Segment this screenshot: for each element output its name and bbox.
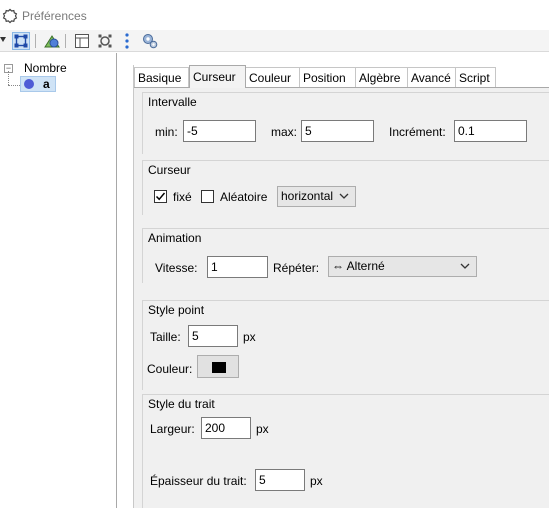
more-vertical-button[interactable] bbox=[118, 32, 136, 50]
orientation-value: horizontal bbox=[281, 189, 334, 203]
taille-unit: px bbox=[243, 330, 256, 344]
tab-avance[interactable]: Avancé bbox=[408, 67, 456, 88]
tab-curseur[interactable]: Curseur bbox=[189, 65, 246, 88]
tab-position[interactable]: Position bbox=[300, 67, 356, 88]
tree-item-a[interactable]: a bbox=[20, 76, 56, 92]
object-tree: − Nombre a bbox=[0, 53, 117, 508]
largeur-input[interactable]: 200 bbox=[201, 417, 251, 439]
graphics-button[interactable] bbox=[43, 32, 61, 50]
taille-label: Taille: bbox=[150, 330, 181, 344]
graphics-icon bbox=[44, 35, 60, 48]
advanced-settings-icon bbox=[143, 34, 158, 49]
largeur-unit: px bbox=[256, 422, 269, 436]
chevron-down-icon bbox=[339, 193, 349, 199]
properties-panel: Basique Curseur Couleur Position Algèbre… bbox=[118, 53, 549, 508]
epaisseur-input[interactable]: 5 bbox=[255, 469, 305, 491]
layout-icon bbox=[75, 34, 89, 48]
max-label: max: bbox=[271, 125, 298, 139]
epaisseur-unit: px bbox=[310, 474, 323, 488]
vitesse-input[interactable]: 1 bbox=[207, 256, 268, 278]
group-style-point: Style point Taille: 5 px Couleur: bbox=[142, 300, 549, 390]
defaults-button[interactable] bbox=[96, 32, 114, 50]
group-curseur: Curseur fixé Aléatoire horizontal bbox=[142, 160, 549, 215]
tree-root-nombre[interactable]: − Nombre bbox=[4, 61, 67, 75]
tree-root-label: Nombre bbox=[24, 61, 67, 75]
tree-guide-line bbox=[8, 85, 20, 86]
toolbar-separator bbox=[35, 34, 36, 48]
tab-couleur[interactable]: Couleur bbox=[246, 67, 300, 88]
group-title-style-point: Style point bbox=[148, 303, 205, 317]
repeter-label: Répéter: bbox=[273, 261, 320, 275]
point-color-icon bbox=[24, 79, 34, 89]
epaisseur-label: Épaisseur du trait: bbox=[150, 474, 247, 488]
tab-content-curseur: Intervalle min: -5 max: 5 Incrément: 0.1… bbox=[134, 87, 549, 508]
defaults-icon bbox=[98, 34, 112, 48]
object-properties-icon bbox=[14, 34, 28, 48]
tab-bar: Basique Curseur Couleur Position Algèbre… bbox=[134, 65, 496, 88]
toolbar bbox=[0, 30, 549, 52]
layout-button[interactable] bbox=[73, 32, 91, 50]
group-title-intervalle: Intervalle bbox=[148, 95, 197, 109]
largeur-label: Largeur: bbox=[150, 422, 195, 436]
repeter-select[interactable]: ⇔ Alterné bbox=[328, 256, 477, 277]
color-picker-button[interactable] bbox=[197, 355, 239, 378]
advanced-settings-button[interactable] bbox=[141, 32, 159, 50]
aleatoire-label: Aléatoire bbox=[220, 190, 268, 204]
group-animation: Animation Vitesse: 1 Répéter: ⇔ Alterné bbox=[142, 228, 549, 283]
object-properties-button[interactable] bbox=[12, 32, 30, 50]
window-title: Préférences bbox=[22, 9, 87, 23]
tab-area: Basique Curseur Couleur Position Algèbre… bbox=[133, 65, 549, 508]
tab-script[interactable]: Script bbox=[456, 67, 496, 88]
collapse-arrow-icon[interactable] bbox=[0, 36, 6, 44]
increment-input[interactable]: 0.1 bbox=[454, 120, 527, 142]
fixe-label: fixé bbox=[173, 190, 192, 204]
tree-guide-line bbox=[8, 71, 9, 85]
toolbar-separator bbox=[65, 34, 66, 48]
color-swatch bbox=[212, 362, 226, 373]
tab-algebre[interactable]: Algèbre bbox=[356, 67, 408, 88]
aleatoire-checkbox[interactable] bbox=[201, 190, 214, 203]
increment-label: Incrément: bbox=[389, 125, 446, 139]
fixe-checkbox[interactable] bbox=[154, 190, 167, 203]
couleur-label: Couleur: bbox=[147, 362, 193, 376]
min-input[interactable]: -5 bbox=[183, 120, 256, 142]
chevron-down-icon bbox=[460, 263, 470, 269]
gear-outline-icon bbox=[2, 8, 18, 24]
title-bar: Préférences bbox=[0, 0, 549, 30]
min-label: min: bbox=[155, 125, 178, 139]
vitesse-label: Vitesse: bbox=[155, 261, 198, 275]
tree-item-label: a bbox=[43, 77, 50, 91]
more-vertical-icon bbox=[125, 33, 129, 49]
max-input[interactable]: 5 bbox=[301, 120, 374, 142]
group-title-style-trait: Style du trait bbox=[148, 397, 215, 411]
group-style-trait: Style du trait Largeur: 200 px Épaisseur… bbox=[142, 394, 549, 508]
group-title-animation: Animation bbox=[148, 231, 202, 245]
taille-input[interactable]: 5 bbox=[188, 325, 238, 347]
orientation-select[interactable]: horizontal bbox=[277, 186, 356, 207]
group-title-curseur: Curseur bbox=[148, 163, 191, 177]
checkmark-icon bbox=[155, 192, 166, 201]
tab-basique[interactable]: Basique bbox=[134, 67, 189, 88]
repeter-value: ⇔ Alterné bbox=[332, 259, 385, 273]
group-intervalle: Intervalle min: -5 max: 5 Incrément: 0.1 bbox=[142, 92, 549, 154]
